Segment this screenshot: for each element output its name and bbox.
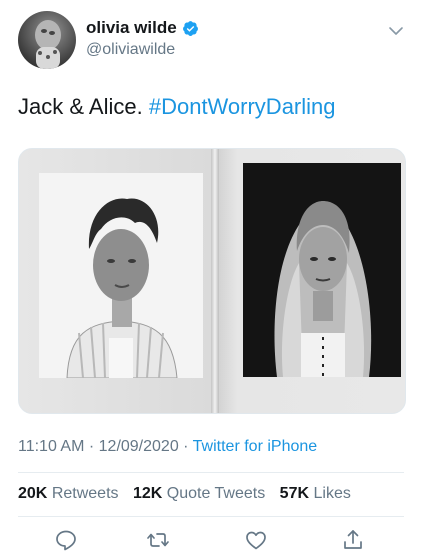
share-icon[interactable] xyxy=(341,528,365,552)
likes-stat[interactable]: 57K Likes xyxy=(280,485,351,502)
quote-tweets-stat[interactable]: 12K Quote Tweets xyxy=(133,485,265,502)
reply-icon[interactable] xyxy=(54,528,78,552)
name-row: olivia wilde xyxy=(86,18,199,38)
tweet-time[interactable]: 11:10 AM xyxy=(18,438,84,455)
divider-bottom xyxy=(18,516,404,517)
retweet-icon[interactable] xyxy=(146,528,170,552)
quote-tweets-label: Quote Tweets xyxy=(166,485,266,502)
tweet-header: olivia wilde @oliviawilde xyxy=(18,11,408,71)
book-fold xyxy=(211,149,219,413)
time-date-separator: · xyxy=(84,438,99,455)
retweets-stat[interactable]: 20K Retweets xyxy=(18,485,119,502)
likes-count: 57K xyxy=(279,485,310,502)
timestamp-row: 11:10 AM · 12/09/2020 · Twitter for iPho… xyxy=(18,438,317,456)
display-name[interactable]: olivia wilde xyxy=(86,18,177,38)
handle[interactable]: @oliviawilde xyxy=(86,41,175,59)
tweet-source[interactable]: Twitter for iPhone xyxy=(193,438,318,455)
quote-tweets-count: 12K xyxy=(132,485,163,502)
hashtag-link[interactable]: #DontWorryDarling xyxy=(149,94,336,119)
action-bar xyxy=(18,528,404,554)
photo-left xyxy=(39,173,203,379)
avatar[interactable] xyxy=(18,11,76,69)
verified-badge-icon xyxy=(182,20,198,36)
photo-right xyxy=(243,163,401,377)
avatar-image xyxy=(35,20,61,69)
likes-label: Likes xyxy=(313,485,351,502)
retweets-count: 20K xyxy=(18,485,48,502)
like-icon[interactable] xyxy=(244,528,268,552)
stats-row: 20K Retweets 12K Quote Tweets 57K Likes xyxy=(18,485,361,503)
date-source-separator: · xyxy=(178,438,193,455)
tweet-media[interactable] xyxy=(18,148,406,414)
divider-top xyxy=(18,472,404,473)
tweet-text: Jack & Alice. #DontWorryDarling xyxy=(18,94,336,120)
retweets-label: Retweets xyxy=(51,485,119,502)
tweet-text-plain: Jack & Alice. xyxy=(18,94,149,119)
chevron-down-icon[interactable] xyxy=(388,23,404,39)
tweet-date[interactable]: 12/09/2020 xyxy=(99,438,179,455)
